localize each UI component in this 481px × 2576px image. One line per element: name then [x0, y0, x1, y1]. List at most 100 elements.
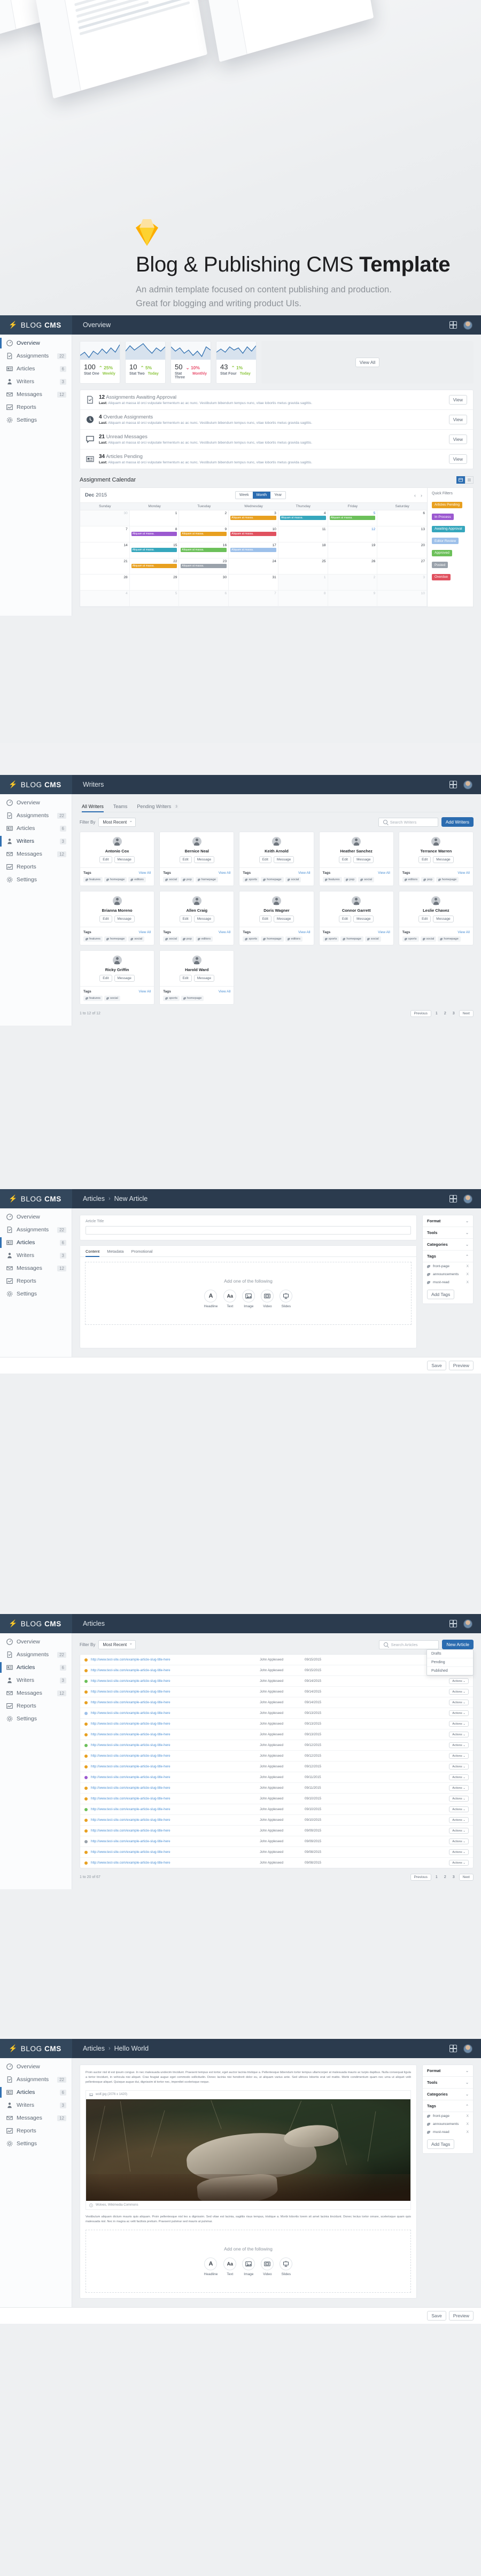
calendar-day-cell[interactable]: 7 [80, 526, 130, 542]
page-number[interactable]: 1 [433, 1012, 440, 1015]
message-button[interactable]: Message [114, 975, 135, 982]
sidebar-item-reports[interactable]: Reports [0, 401, 72, 414]
actions-button[interactable]: Actions ⌄ [449, 1732, 469, 1737]
calendar-event[interactable]: Aliquam at massa. [131, 564, 177, 568]
article-link[interactable]: http://www.test-site.com/example-article… [91, 1690, 257, 1694]
view-all-tags-link[interactable]: View All [378, 871, 390, 875]
writer-card[interactable]: Allen Craig Edit Message Tags View All social… [159, 891, 235, 945]
edit-button[interactable]: Edit [418, 915, 431, 922]
edit-button[interactable]: Edit [99, 915, 112, 922]
remove-tag-button[interactable]: X [467, 2130, 469, 2134]
tag-chip[interactable]: sports [402, 936, 419, 942]
block-option-image[interactable]: Image [242, 1290, 255, 1308]
calendar-event[interactable]: Aliquam at massa. [230, 532, 276, 536]
table-row[interactable]: http://www.test-site.com/example-article… [80, 1847, 473, 1858]
quick-filter-chip[interactable]: Overdue [432, 573, 451, 580]
article-link[interactable]: http://www.test-site.com/example-article… [91, 1658, 257, 1662]
calendar-day-cell[interactable]: 20 [377, 542, 427, 558]
calendar-day-cell[interactable]: 1 [129, 510, 180, 526]
stat-card[interactable]: 100 ⌃ 25% Stat One Weekly [80, 341, 120, 384]
sidebar-item-settings[interactable]: Settings [0, 873, 72, 886]
tag-chip[interactable]: homepage [438, 936, 461, 942]
article-link[interactable]: http://www.test-site.com/example-article… [91, 1701, 257, 1704]
actions-button[interactable]: Actions ⌄ [449, 1689, 469, 1695]
brand-logo[interactable]: ⚡ BLOG CMS [0, 775, 72, 794]
content-dropzone[interactable]: Add one of the following A Headline Aa Text… [85, 1262, 412, 1325]
calendar-day-cell[interactable]: 21 [80, 558, 130, 575]
calendar-day-cell[interactable]: 13 [377, 526, 427, 542]
sidebar-item-articles[interactable]: Articles 6 [0, 1661, 72, 1674]
calendar-day-cell[interactable]: 3 Aliquam at massa. [229, 510, 278, 526]
calendar-day-cell[interactable]: 5 [129, 591, 180, 607]
calendar-day-cell[interactable]: 17 Aliquam at massa. [229, 542, 278, 558]
tag-chip[interactable]: features [83, 996, 103, 1001]
writer-card[interactable]: Brianna Moreno Edit Message Tags View All fea… [80, 891, 155, 945]
article-link[interactable]: http://www.test-site.com/example-article… [91, 1679, 257, 1683]
view-button[interactable]: View [448, 415, 467, 424]
avatar[interactable] [463, 780, 472, 789]
tag-chip[interactable]: homepage [261, 877, 284, 882]
actions-button[interactable]: Actions ⌄ [449, 1774, 469, 1780]
panel-tools[interactable]: Tools ⌄ [423, 2077, 473, 2089]
table-row[interactable]: http://www.test-site.com/example-article… [80, 1719, 473, 1729]
actions-button[interactable]: Actions ⌄ [449, 1860, 469, 1866]
calendar-event[interactable]: Aliquam at massa. [181, 564, 227, 568]
actions-button[interactable]: Actions ⌄ [449, 1796, 469, 1802]
table-row[interactable]: http://www.test-site.com/example-article… [80, 1708, 473, 1719]
sidebar-item-reports[interactable]: Reports [0, 2124, 72, 2137]
sidebar-item-writers[interactable]: Writers 3 [0, 2099, 72, 2112]
table-row[interactable]: http://www.test-site.com/example-article… [80, 1697, 473, 1708]
calendar-day-cell[interactable]: 18 [278, 542, 328, 558]
panel-categories[interactable]: Categories ⌄ [423, 1239, 473, 1251]
edit-button[interactable]: Edit [99, 975, 112, 982]
remove-tag-button[interactable]: X [467, 1264, 469, 1268]
calendar-day-cell[interactable]: 27 [377, 558, 427, 575]
calendar-day-cell[interactable]: 2 [179, 510, 229, 526]
actions-button[interactable]: Actions ⌄ [449, 1838, 469, 1844]
edit-button[interactable]: Edit [259, 915, 271, 922]
writer-card[interactable]: Leslie Chavez Edit Message Tags View All spor… [398, 891, 474, 945]
brand-logo[interactable]: ⚡ BLOG CMS [0, 1614, 72, 1633]
search-input[interactable]: Search Articles [379, 1640, 439, 1649]
table-row[interactable]: http://www.test-site.com/example-article… [80, 1687, 473, 1697]
dropdown-item[interactable]: Drafts [427, 1650, 473, 1658]
preview-button[interactable]: Preview [448, 2311, 474, 2321]
calendar-day-cell[interactable]: 31 [229, 575, 278, 591]
tag-chip[interactable]: social [420, 936, 437, 942]
table-row[interactable]: http://www.test-site.com/example-article… [80, 1783, 473, 1794]
table-row[interactable]: http://www.test-site.com/example-article… [80, 1665, 473, 1676]
writer-card[interactable]: Ricky Griffin Edit Message Tags View All feat… [80, 950, 155, 1005]
actions-button[interactable]: Actions ⌄ [449, 1678, 469, 1684]
panel-tags[interactable]: Tags ⌃ [423, 1251, 473, 1262]
sidebar-item-writers[interactable]: Writers 3 [0, 835, 72, 848]
tag-chip[interactable]: social [104, 996, 120, 1001]
dropdown-item[interactable]: Published [427, 1667, 473, 1675]
table-row[interactable]: http://www.test-site.com/example-article… [80, 1751, 473, 1762]
sidebar-item-reports[interactable]: Reports [0, 1700, 72, 1712]
tag-chip[interactable]: editors [285, 936, 302, 942]
panel-tags[interactable]: Tags ⌃ [423, 2100, 473, 2112]
sidebar-item-overview[interactable]: Overview [0, 2060, 72, 2073]
actions-button[interactable]: Actions ⌄ [449, 1764, 469, 1770]
message-button[interactable]: Message [433, 856, 454, 863]
view-all-tags-link[interactable]: View All [298, 930, 311, 934]
actions-button[interactable]: Actions ⌄ [449, 1710, 469, 1716]
article-link[interactable]: http://www.test-site.com/example-article… [91, 1840, 257, 1843]
tag-chip[interactable]: sports [243, 877, 260, 882]
tag-chip[interactable]: sports [163, 996, 180, 1001]
view-all-tags-link[interactable]: View All [139, 871, 151, 875]
quick-filter-chip[interactable]: Approved [432, 549, 452, 556]
block-option-headline[interactable]: A Headline [204, 1290, 218, 1308]
article-link[interactable]: http://www.test-site.com/example-article… [91, 1797, 257, 1801]
quick-filter-chip[interactable]: In Process [432, 514, 454, 520]
sidebar-item-messages[interactable]: Messages 12 [0, 388, 72, 401]
article-link[interactable]: http://www.test-site.com/example-article… [91, 1743, 257, 1747]
sidebar-item-overview[interactable]: Overview [0, 1211, 72, 1223]
tag-chip[interactable]: pop [181, 877, 194, 882]
stat-card[interactable]: 43 ⌃ 1% Stat Four Today [216, 341, 257, 384]
article-link[interactable]: http://www.test-site.com/example-article… [91, 1850, 257, 1854]
edit-button[interactable]: Edit [259, 856, 271, 863]
calendar-day-cell[interactable]: 8 Aliquam at massa. [129, 526, 180, 542]
remove-tag-button[interactable]: X [467, 2122, 469, 2126]
edit-button[interactable]: Edit [99, 856, 112, 863]
